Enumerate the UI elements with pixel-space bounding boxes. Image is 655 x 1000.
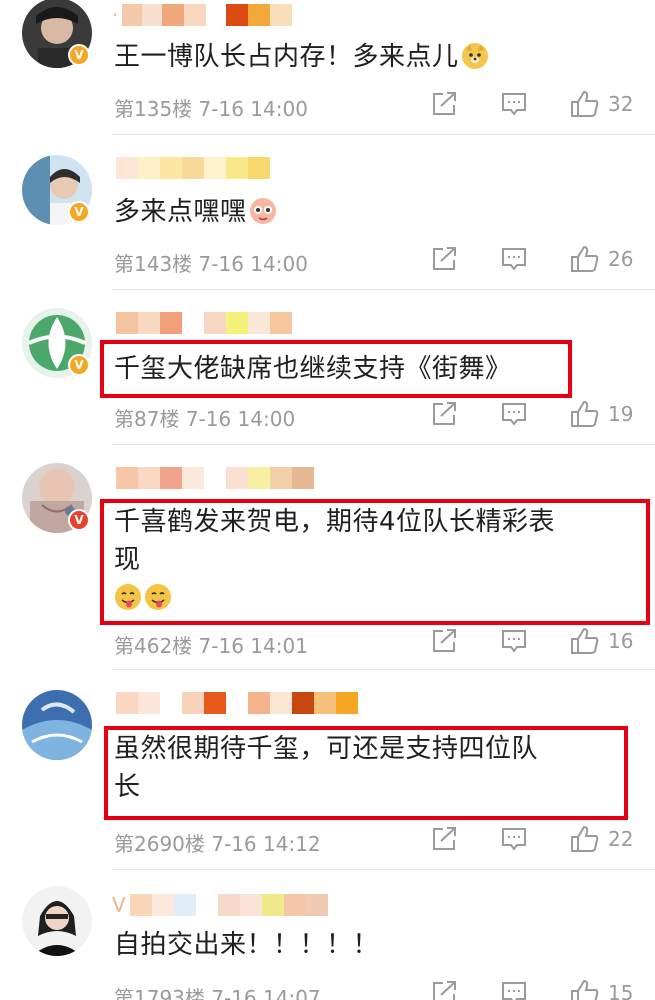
comment-actions: 15: [430, 979, 640, 1000]
comment-icon: [502, 93, 526, 116]
share-button[interactable]: [430, 980, 458, 1000]
thumbs-up-icon: [571, 825, 599, 852]
comment-item: V · 王一博队长占内存！多来点儿 第135楼 7-16 14:00 32: [0, 0, 655, 135]
comment-item: V 自拍交出来！！！！！ 第1793楼 7-16 14:07 15: [0, 870, 655, 1000]
username[interactable]: [112, 310, 292, 336]
comment-meta: 第135楼 7-16 14:00: [114, 93, 308, 122]
reply-button[interactable]: [500, 91, 528, 117]
comment-meta: 第143楼 7-16 14:00: [114, 248, 308, 277]
like-button[interactable]: 16: [570, 627, 633, 655]
username[interactable]: [112, 155, 270, 181]
comment-actions: 32: [430, 90, 640, 118]
share-icon: [433, 247, 456, 270]
avatar[interactable]: [22, 690, 92, 760]
comment-text: 王一博队长占内存！多来点儿: [114, 38, 489, 76]
thumbs-up-icon: [571, 90, 599, 117]
like-count: 32: [608, 92, 634, 116]
username-visible: V: [112, 893, 126, 917]
thumbs-up-icon: [571, 627, 599, 654]
share-icon: [433, 981, 456, 1000]
floor-number: 第462楼: [114, 634, 193, 658]
share-icon: [433, 629, 456, 652]
doge-emoji-icon: [461, 42, 489, 70]
comment-icon: [502, 630, 526, 653]
comment-text: 多来点嘿嘿: [114, 193, 277, 231]
floor-number: 第135楼: [114, 97, 193, 121]
like-button[interactable]: 26: [570, 245, 633, 273]
floor-number: 第143楼: [114, 252, 193, 276]
reply-button[interactable]: [500, 826, 528, 852]
comment-item: V 多来点嘿嘿 第143楼 7-16 14:00 26: [0, 135, 655, 290]
highlight-box: [100, 499, 650, 625]
share-button[interactable]: [430, 91, 458, 117]
comment-item: V 千喜鹤发来贺电，期待4位队长精彩表 现 第462楼 7-16 14:01 1…: [0, 445, 655, 670]
username[interactable]: [112, 465, 314, 491]
share-button[interactable]: [430, 401, 458, 427]
verified-badge: V: [68, 201, 90, 223]
comment-item: 虽然很期待千玺，可还是支持四位队 长 第2690楼 7-16 14:12 22: [0, 670, 655, 870]
comment-date: 7-16 14:00: [185, 407, 296, 431]
username[interactable]: V: [112, 892, 328, 918]
highlight-box: [100, 340, 572, 398]
username-visible: ·: [112, 3, 119, 27]
comment-icon: [502, 828, 526, 851]
comment-meta: 第2690楼 7-16 14:12: [114, 828, 321, 857]
verified-badge: V: [68, 509, 90, 531]
share-icon: [433, 402, 456, 425]
username[interactable]: [112, 690, 358, 716]
comment-actions: 16: [430, 627, 640, 655]
comment-text-content: 王一博队长占内存！多来点儿: [114, 42, 459, 72]
share-icon: [433, 92, 456, 115]
like-count: 22: [608, 827, 634, 851]
reply-button[interactable]: [500, 401, 528, 427]
avatar[interactable]: [22, 886, 92, 956]
verified-badge: V: [68, 354, 90, 376]
comment-date: 7-16 14:00: [198, 97, 308, 121]
floor-number: 第87楼: [114, 407, 180, 431]
reply-button[interactable]: [500, 628, 528, 654]
share-icon: [433, 827, 456, 850]
comment-icon: [502, 982, 526, 1000]
comment-item: V 千玺大佬缺席也继续支持《街舞》 第87楼 7-16 14:00 19: [0, 290, 655, 445]
like-count: 19: [608, 402, 634, 426]
verified-badge: V: [68, 44, 90, 66]
comment-text: 自拍交出来！！！！！: [114, 930, 380, 960]
shy-emoji-icon: [249, 197, 277, 225]
comment-icon: [502, 403, 526, 426]
share-button[interactable]: [430, 826, 458, 852]
thumbs-up-icon: [571, 979, 599, 1000]
comment-meta: 第462楼 7-16 14:01: [114, 630, 308, 659]
thumbs-up-icon: [571, 400, 599, 427]
comment-meta: 第87楼 7-16 14:00: [114, 403, 295, 432]
share-button[interactable]: [430, 628, 458, 654]
comment-date: 7-16 14:01: [198, 634, 308, 658]
username[interactable]: ·: [112, 2, 293, 28]
comment-actions: 26: [430, 245, 640, 273]
like-count: 16: [608, 629, 634, 653]
like-button[interactable]: 19: [570, 400, 633, 428]
comment-text-content: 多来点嘿嘿: [114, 197, 247, 227]
floor-number: 第1793楼: [114, 986, 205, 1000]
like-button[interactable]: 32: [570, 90, 633, 118]
floor-number: 第2690楼: [114, 832, 205, 856]
comment-actions: 19: [430, 400, 640, 428]
thumbs-up-icon: [571, 245, 599, 272]
comment-icon: [502, 248, 526, 271]
share-button[interactable]: [430, 246, 458, 272]
like-count: 26: [608, 247, 634, 271]
comment-meta: 第1793楼 7-16 14:07: [114, 982, 321, 1000]
comment-actions: 22: [430, 825, 640, 853]
like-button[interactable]: 22: [570, 825, 633, 853]
comment-date: 7-16 14:07: [211, 986, 321, 1000]
reply-button[interactable]: [500, 980, 528, 1000]
comment-date: 7-16 14:12: [211, 832, 321, 856]
like-count: 15: [608, 981, 634, 1000]
like-button[interactable]: 15: [570, 979, 633, 1000]
comment-date: 7-16 14:00: [198, 252, 308, 276]
highlight-box: [104, 726, 628, 820]
reply-button[interactable]: [500, 246, 528, 272]
